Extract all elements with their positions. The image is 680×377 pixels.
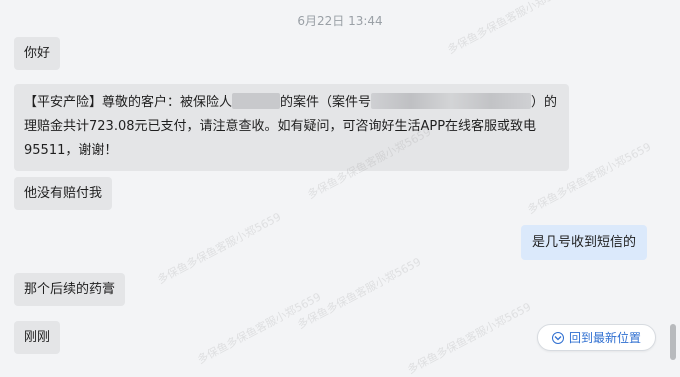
scrollbar[interactable]: [666, 0, 680, 372]
watermark-text: 多保鱼多保鱼客服小郑5659: [405, 300, 534, 377]
message-text: 你好: [24, 46, 51, 61]
message-timestamp: 6月22日 13:44: [297, 14, 383, 28]
message-bubble-incoming[interactable]: 刚刚: [14, 321, 61, 354]
message-text: 是几号收到短信的: [531, 235, 636, 250]
message-text-part: 的案件（案件号: [280, 95, 372, 110]
watermark-text: 多保鱼多保鱼客服小郑5659: [155, 210, 284, 287]
chat-area: 6月22日 13:44 你好 【平安产险】尊敬的客户：被保险人 的案件（案件号 ）的…: [0, 0, 666, 377]
message-bubble-incoming[interactable]: 他没有赔付我: [14, 177, 113, 210]
message-bubble-outgoing[interactable]: 是几号收到短信的: [520, 225, 647, 260]
message-bubble-incoming[interactable]: 那个后续的药膏: [14, 273, 126, 306]
jump-to-latest-label: 回到最新位置: [568, 331, 641, 345]
chevron-down-icon: [551, 331, 564, 344]
message-text: 刚刚: [24, 330, 51, 345]
watermark-text: 多保鱼多保鱼客服小郑5659: [195, 290, 324, 367]
message-text: 那个后续的药膏: [24, 282, 116, 297]
message-bubble-incoming[interactable]: 你好: [14, 37, 61, 70]
jump-to-latest-button[interactable]: 回到最新位置: [537, 324, 656, 351]
message-text: 他没有赔付我: [24, 186, 103, 201]
message-text-part: 【平安产险】尊敬的客户：被保险人: [24, 95, 233, 110]
scrollbar-thumb[interactable]: [670, 324, 676, 360]
watermark-text: 多保鱼多保鱼客服小郑5659: [295, 255, 424, 332]
redacted-case-number-block: [371, 93, 532, 109]
message-bubble-incoming[interactable]: 【平安产险】尊敬的客户：被保险人 的案件（案件号 ）的理赔金共计723.08元已支付…: [14, 84, 569, 171]
redacted-name-block: [232, 93, 281, 109]
